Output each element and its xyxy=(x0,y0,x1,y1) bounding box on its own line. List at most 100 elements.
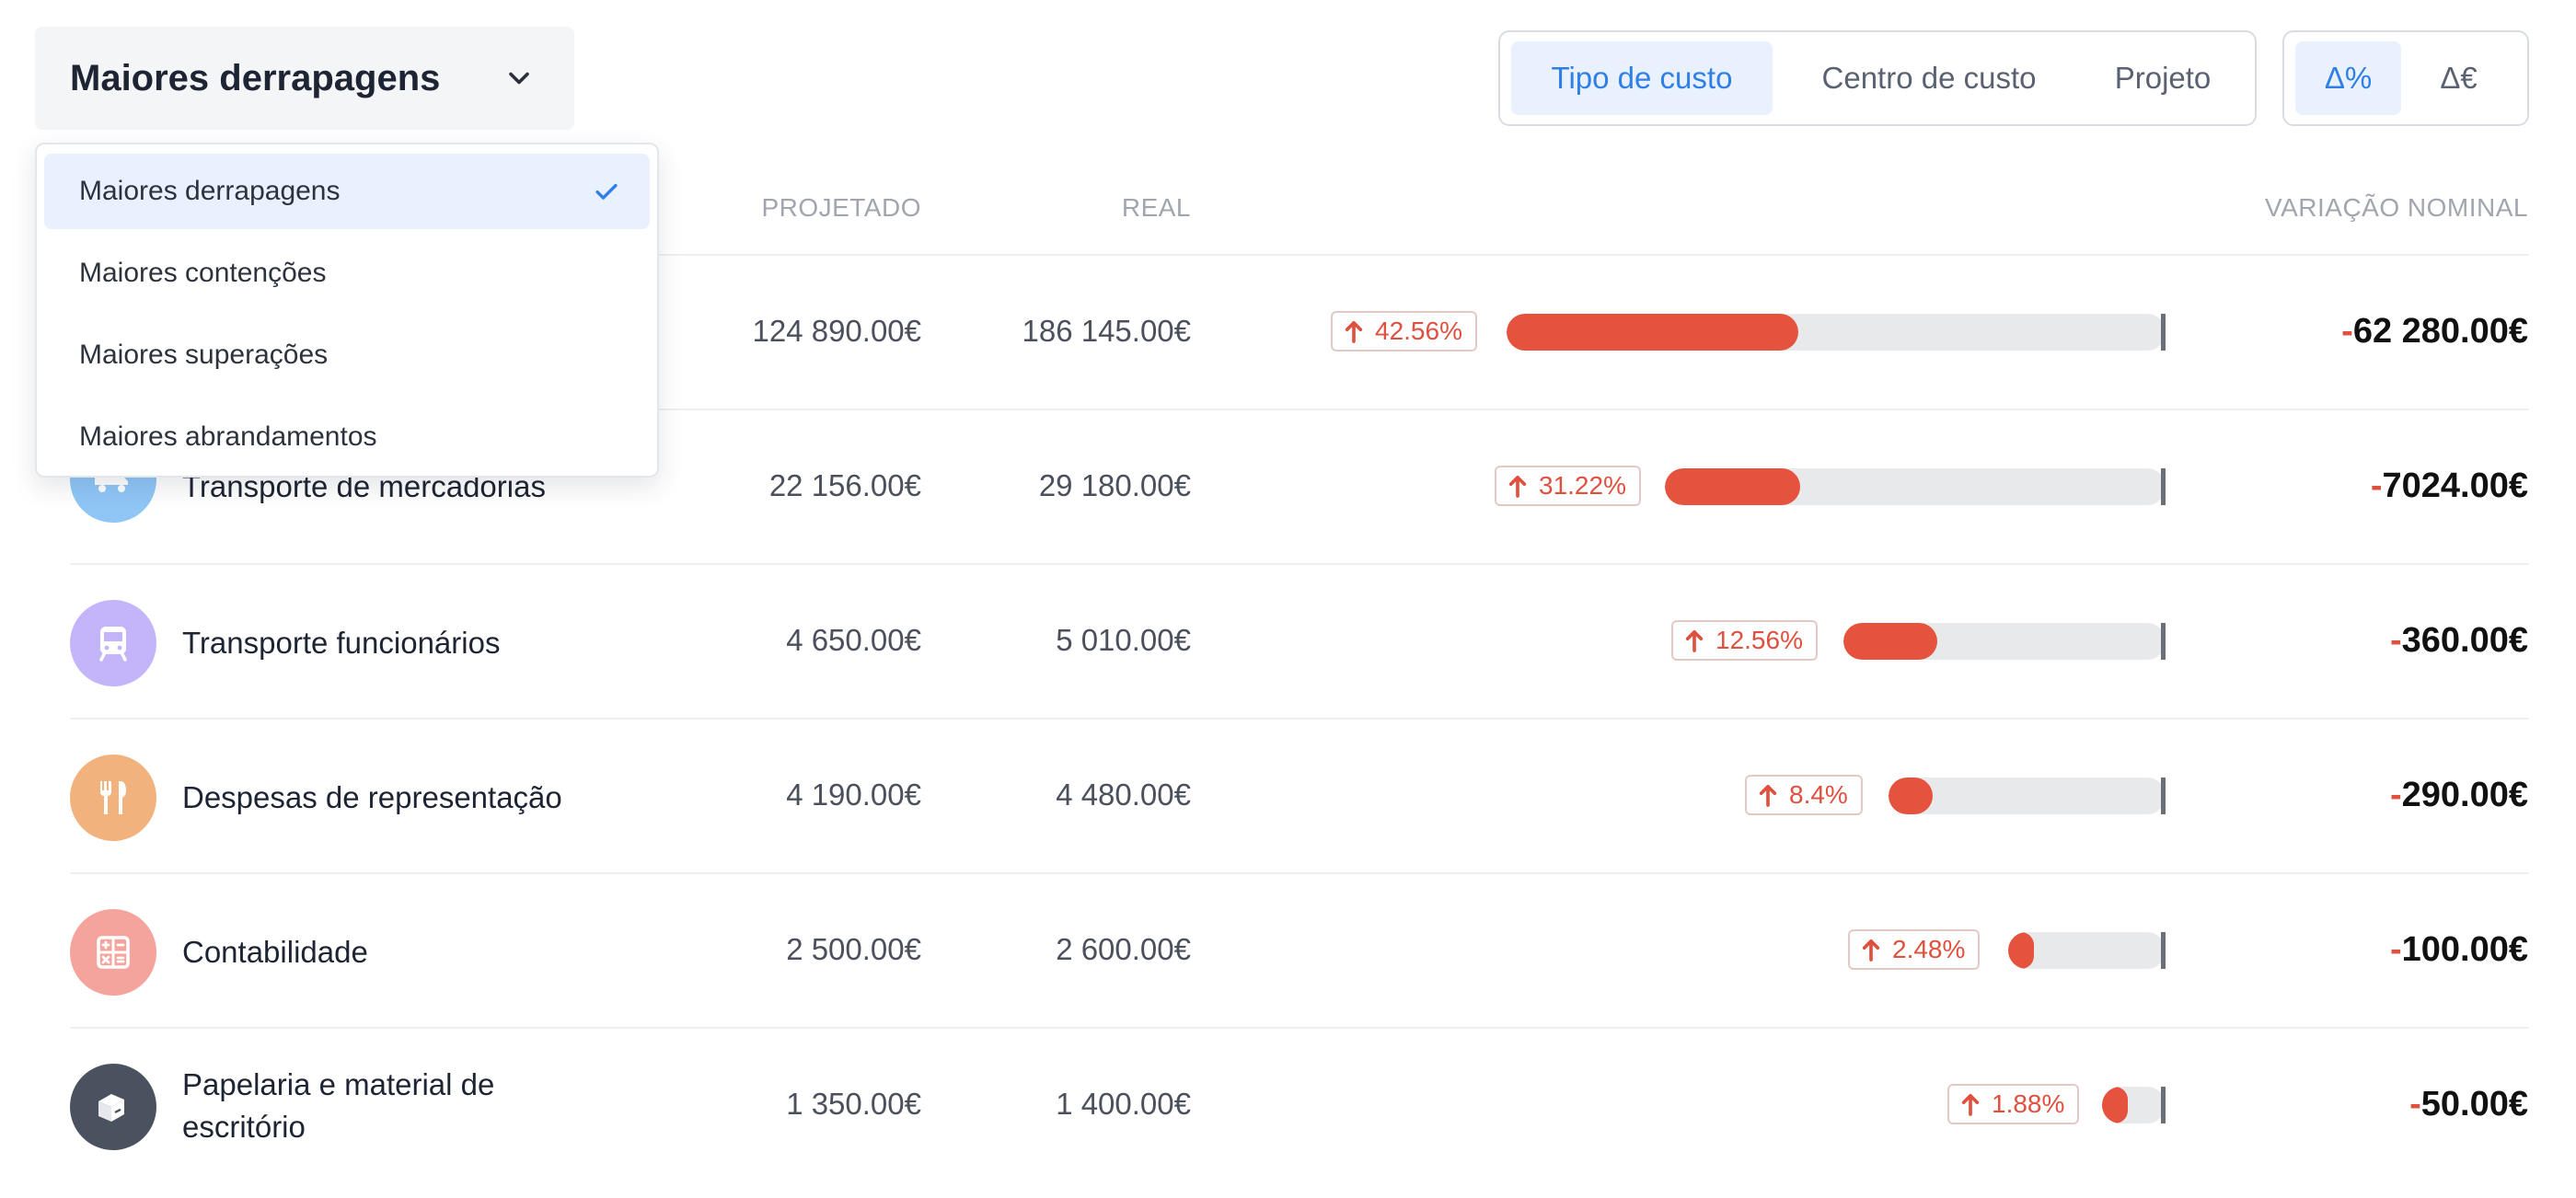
toggle-delta-euro[interactable]: Δ€ xyxy=(2401,41,2516,115)
arrow-up-icon xyxy=(1759,784,1777,807)
table-row[interactable]: Contabilidade 2 500.00€ 2 600.00€ 2.48% … xyxy=(0,872,2576,1027)
projected-value: 4 190.00€ xyxy=(786,778,921,812)
variance-bar-end-marker xyxy=(2161,314,2166,351)
variance-bar-track xyxy=(1843,623,2166,660)
calculator-icon xyxy=(97,936,130,969)
nominal-sign: - xyxy=(2389,621,2402,660)
projected-value: 1 350.00€ xyxy=(786,1087,921,1121)
table-row[interactable]: Papelaria e material de escritório 1 350… xyxy=(0,1027,2576,1181)
real-value: 1 400.00€ xyxy=(1056,1087,1191,1121)
toggle-delta-percent[interactable]: Δ% xyxy=(2295,41,2402,115)
sort-option-maiores-contencoes[interactable]: Maiores contenções xyxy=(44,236,650,311)
percent-badge-value: 12.56% xyxy=(1715,626,1803,654)
checkmark-icon xyxy=(595,183,618,200)
variance-bar-end-marker xyxy=(2161,778,2166,814)
sort-option-label: Maiores derrapagens xyxy=(79,176,341,206)
sort-option-maiores-superacoes[interactable]: Maiores superações xyxy=(44,317,650,393)
real-value: 186 145.00€ xyxy=(1022,314,1191,348)
percent-badge: 12.56% xyxy=(1671,620,1818,661)
arrow-up-icon xyxy=(1961,1094,1980,1116)
utensils-icon xyxy=(100,781,126,814)
percent-badge-value: 31.22% xyxy=(1539,471,1626,500)
nominal-value: 290.00€ xyxy=(2401,776,2528,814)
category-avatar xyxy=(70,909,156,996)
tab-tipo-de-custo[interactable]: Tipo de custo xyxy=(1511,41,1773,115)
nominal-variance: -100.00€ xyxy=(2390,930,2528,970)
nominal-sign: - xyxy=(2389,930,2402,969)
nominal-value: 7024.00€ xyxy=(2382,467,2529,505)
variance-bar-track xyxy=(2008,932,2166,969)
sort-dropdown-value: Maiores derrapagens xyxy=(70,57,441,98)
percent-badge: 42.56% xyxy=(1331,311,1477,351)
nominal-variance: -50.00€ xyxy=(2409,1085,2528,1124)
variance-bar-end-marker xyxy=(2161,468,2166,505)
nominal-value: 100.00€ xyxy=(2401,930,2528,969)
variance-bar-track xyxy=(1665,468,2166,505)
variance-bar-fill xyxy=(1665,468,1800,505)
nominal-variance: -62 280.00€ xyxy=(2341,312,2528,351)
variance-bar-track xyxy=(1889,778,2166,814)
tab-centro-de-custo[interactable]: Centro de custo xyxy=(1773,41,2085,115)
real-value: 2 600.00€ xyxy=(1056,932,1191,966)
variance-bar-end-marker xyxy=(2161,623,2166,660)
column-header-nominal: VARIAÇÃO NOMINAL xyxy=(2265,193,2528,222)
nominal-value: 360.00€ xyxy=(2401,621,2528,660)
variance-bar-fill xyxy=(1843,623,1937,660)
variance-bar-fill xyxy=(1507,314,1798,351)
nominal-variance: -360.00€ xyxy=(2390,621,2528,661)
grouping-segmented-control: Tipo de custo Centro de custo Projeto xyxy=(1498,30,2257,126)
row-divider xyxy=(70,563,2529,565)
table-row[interactable]: Despesas de representação 4 190.00€ 4 48… xyxy=(0,718,2576,872)
variance-bar-fill xyxy=(2102,1087,2128,1123)
nominal-sign: - xyxy=(2370,467,2383,505)
sort-dropdown-menu: Maiores derrapagens Maiores contenções M… xyxy=(35,143,659,478)
category-name: Despesas de representação xyxy=(182,780,562,814)
category-avatar xyxy=(70,600,156,686)
category-name: Contabilidade xyxy=(182,935,368,969)
category-name: Papelaria e material de escritório xyxy=(182,1067,495,1144)
sort-option-label: Maiores contenções xyxy=(79,258,327,288)
variance-bar-track xyxy=(2102,1087,2166,1123)
row-divider xyxy=(70,872,2529,874)
nominal-sign: - xyxy=(2389,776,2402,814)
category-avatar xyxy=(70,755,156,841)
nominal-value: 62 280.00€ xyxy=(2352,312,2528,351)
nominal-variance: -7024.00€ xyxy=(2371,467,2528,506)
arrow-up-icon xyxy=(1685,629,1704,652)
variance-bar-fill xyxy=(1889,778,1933,814)
arrow-up-icon xyxy=(1345,321,1363,343)
percent-badge-value: 8.4% xyxy=(1789,780,1848,809)
sort-option-label: Maiores superações xyxy=(79,340,329,370)
variance-bar-track xyxy=(1507,314,2166,351)
category-avatar xyxy=(70,1064,156,1150)
tab-projeto[interactable]: Projeto xyxy=(2085,41,2240,115)
column-header-projected: PROJETADO xyxy=(761,193,921,222)
projected-value: 4 650.00€ xyxy=(786,623,921,657)
nominal-sign: - xyxy=(2341,312,2353,351)
real-value: 4 480.00€ xyxy=(1056,778,1191,812)
sort-dropdown[interactable]: Maiores derrapagens xyxy=(35,27,574,130)
unit-segmented-control: Δ% Δ€ xyxy=(2282,30,2529,126)
nominal-sign: - xyxy=(2409,1085,2421,1123)
column-header-real: REAL xyxy=(1121,193,1191,222)
category-name: Transporte funcionários xyxy=(182,626,501,660)
chevron-down-icon xyxy=(509,72,529,85)
sort-option-label: Maiores abrandamentos xyxy=(79,421,377,452)
percent-badge-value: 42.56% xyxy=(1375,317,1462,345)
projected-value: 22 156.00€ xyxy=(768,468,921,502)
sort-option-maiores-abrandamentos[interactable]: Maiores abrandamentos xyxy=(44,399,650,475)
variance-bar-end-marker xyxy=(2161,932,2166,969)
real-value: 29 180.00€ xyxy=(1038,468,1191,502)
percent-badge: 1.88% xyxy=(1947,1084,2080,1124)
projected-value: 124 890.00€ xyxy=(752,314,921,348)
percent-badge: 2.48% xyxy=(1848,929,1981,970)
table-row[interactable]: Transporte funcionários 4 650.00€ 5 010.… xyxy=(0,563,2576,718)
sort-option-maiores-derrapagens[interactable]: Maiores derrapagens xyxy=(44,154,650,229)
percent-badge: 8.4% xyxy=(1745,775,1863,815)
row-divider xyxy=(70,1027,2529,1029)
stationery-icon xyxy=(98,1094,124,1122)
variance-bar-end-marker xyxy=(2161,1087,2166,1123)
percent-badge-value: 1.88% xyxy=(1992,1089,2065,1118)
arrow-up-icon xyxy=(1862,939,1880,962)
row-divider xyxy=(70,718,2529,720)
